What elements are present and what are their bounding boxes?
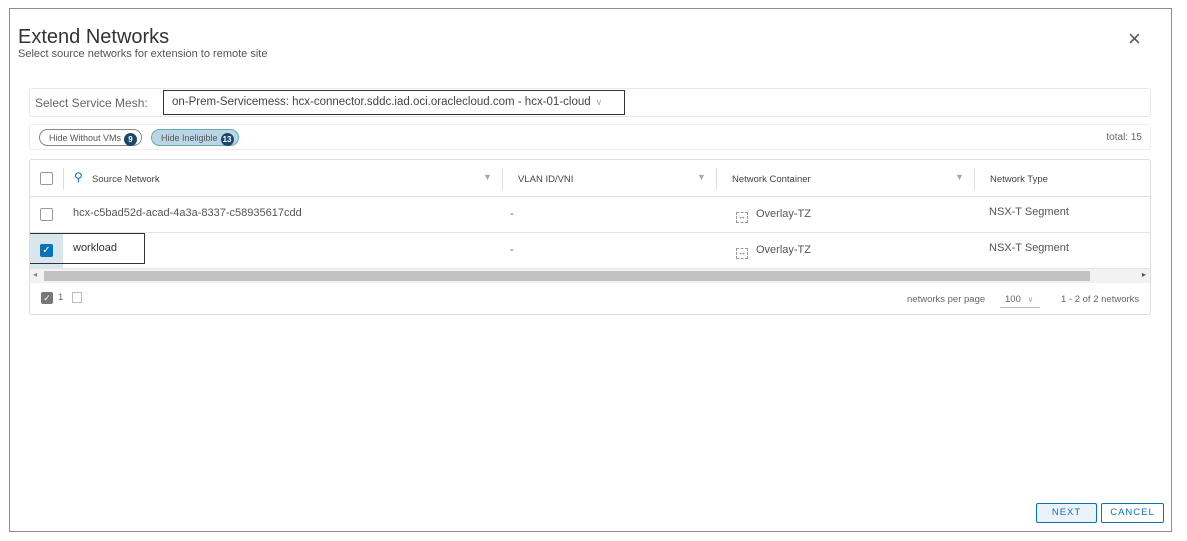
scroll-left-icon[interactable]: ◂ [33,270,37,279]
transport-zone-icon: ↔ [736,212,748,223]
chip-label: Hide Ineligible [161,133,218,143]
chip-count: 9 [124,133,138,146]
network-type: NSX-T Segment [989,242,1069,254]
select-all-checkbox[interactable] [40,172,53,185]
container-name: Overlay-TZ [756,208,811,220]
next-button[interactable]: NEXT [1036,503,1097,523]
chevron-down-icon: ∨ [1027,295,1034,304]
dialog-subtitle: Select source networks for extension to … [18,48,268,60]
column-toggle-icon[interactable] [72,292,82,303]
column-network-container[interactable]: Network Container [732,160,811,196]
cancel-button[interactable]: CANCEL [1101,503,1164,523]
per-page-value: 100 [1005,294,1021,305]
row-checkbox[interactable] [40,208,53,221]
filter-icon[interactable]: ▼ [697,172,706,182]
total-count: total: 15 [1106,132,1142,143]
table-footer: ✓ 1 networks per page 100 ∨ 1 - 2 of 2 n… [30,283,1150,314]
service-mesh-select[interactable]: on-Prem-Servicemess: hcx-connector.sddc.… [163,90,625,115]
source-network: workload [73,242,118,254]
scroll-right-icon[interactable]: ▸ [1142,270,1146,279]
scrollbar-thumb[interactable] [44,271,1090,281]
network-container: ↔ Overlay-TZ [736,197,811,232]
column-vlan[interactable]: VLAN ID/VNI [518,160,573,196]
hide-without-vms-toggle[interactable]: Hide Without VMs 9 [39,129,143,146]
filter-icon[interactable]: ▼ [483,172,492,182]
table-header: ⚲ Source Network ▼ VLAN ID/VNI ▼ Network… [30,160,1150,197]
service-mesh-label: Select Service Mesh: [35,96,148,110]
filter-bar: Hide Without VMs 9 Hide Ineligible 13 tota… [29,124,1151,150]
table-row[interactable]: ✓ workload - ↔ Overlay-TZ NSX-T Segment [30,233,1150,269]
container-name: Overlay-TZ [756,244,811,256]
selected-count: 1 [58,292,64,303]
chevron-down-icon: ∨ [595,97,603,107]
chip-label: Hide Without VMs [49,133,122,143]
horizontal-scrollbar[interactable]: ◂ ▸ [30,269,1150,283]
vlan-id: - [510,208,514,220]
network-icon: ⚲ [74,170,83,184]
network-type: NSX-T Segment [989,206,1069,218]
service-mesh-value: on-Prem-Servicemess: hcx-connector.sddc.… [172,96,591,108]
filter-icon[interactable]: ▼ [955,172,964,182]
transport-zone-icon: ↔ [736,248,748,259]
close-icon[interactable]: × [1128,28,1141,50]
chip-count: 13 [220,133,234,146]
selected-checkbox-icon: ✓ [41,292,53,304]
column-source-network[interactable]: Source Network [92,160,160,196]
pagination-range: 1 - 2 of 2 networks [1061,294,1140,305]
networks-table: ⚲ Source Network ▼ VLAN ID/VNI ▼ Network… [29,159,1151,315]
per-page-select[interactable]: 100 ∨ [1000,292,1040,308]
service-mesh-bar: Select Service Mesh: on-Prem-Servicemess… [29,88,1151,117]
source-network: hcx-c5bad52d-acad-4a3a-8337-c58935617cdd [73,207,302,219]
dialog-title: Extend Networks [18,26,170,48]
network-container: ↔ Overlay-TZ [736,233,811,268]
column-network-type[interactable]: Network Type [990,160,1048,196]
per-page-label: networks per page [907,294,986,305]
hide-ineligible-toggle[interactable]: Hide Ineligible 13 [151,129,239,146]
table-row[interactable]: hcx-c5bad52d-acad-4a3a-8337-c58935617cdd… [30,197,1150,233]
vlan-id: - [510,244,514,256]
